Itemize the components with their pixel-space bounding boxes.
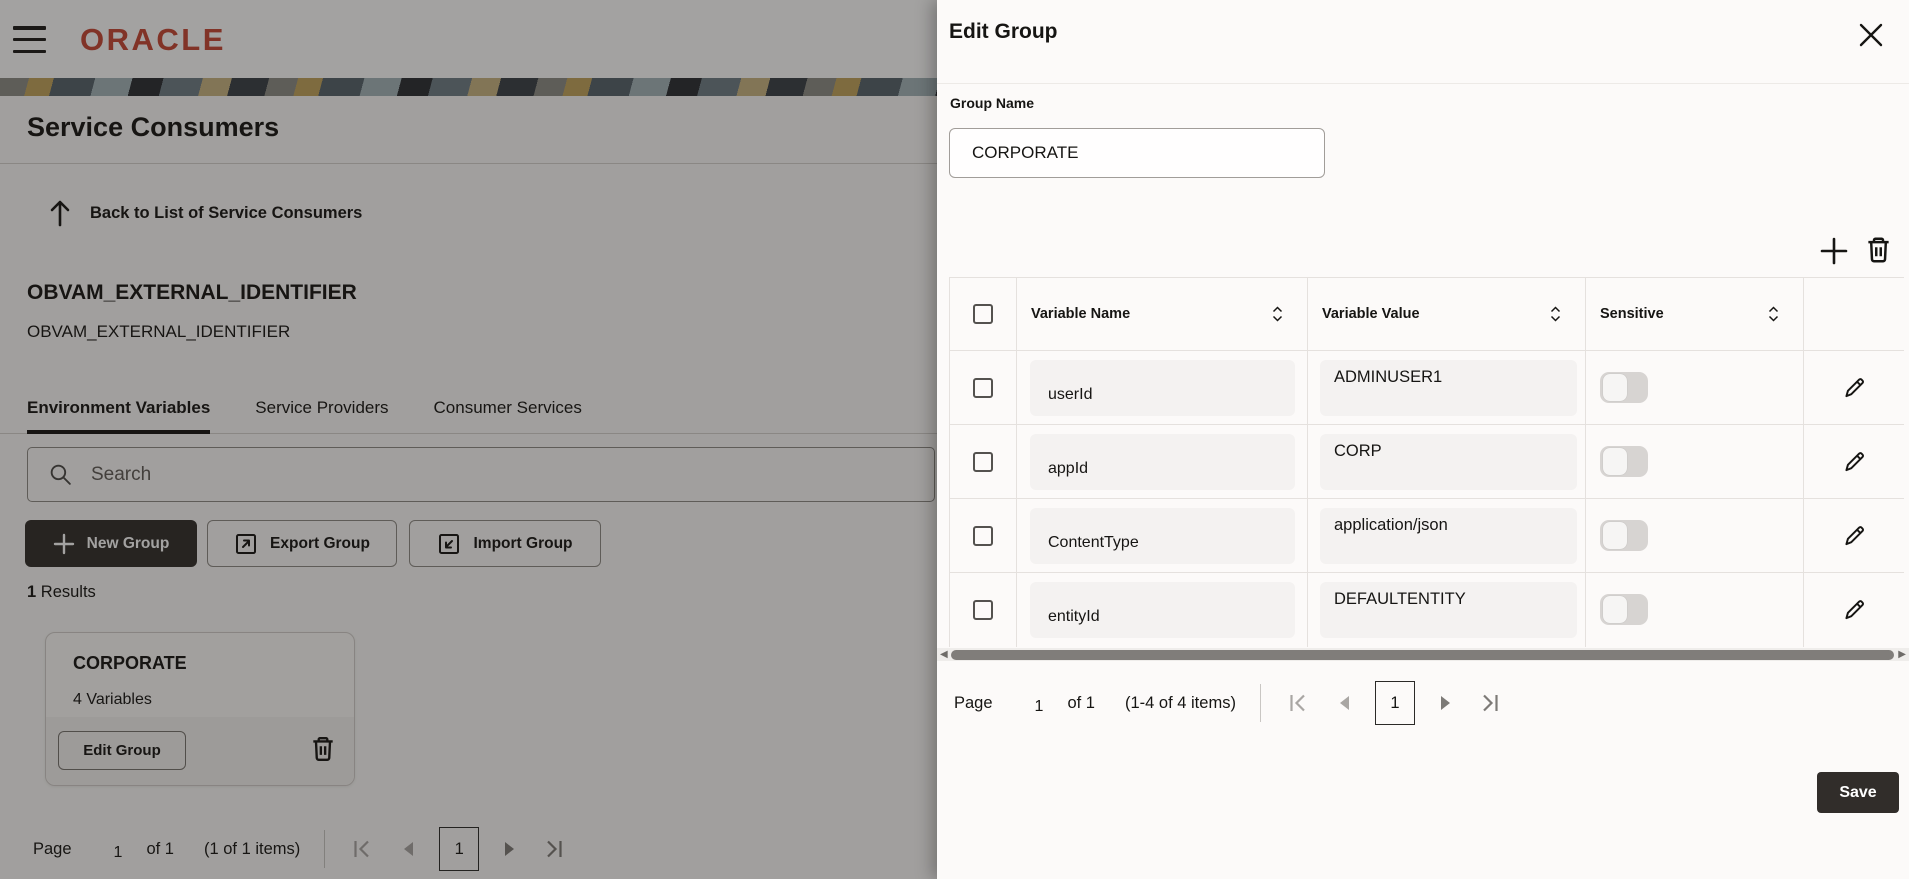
group-name-input[interactable] [949,128,1325,178]
row-checkbox[interactable] [973,600,993,620]
table-row: ContentType application/json [950,499,1904,573]
variables-table: Variable Name Variable Value Sensitive u… [949,277,1904,647]
edit-row-pencil-icon[interactable] [1841,523,1867,549]
close-icon[interactable] [1856,20,1886,50]
row-checkbox[interactable] [973,452,993,472]
variable-name-field[interactable]: entityId [1030,582,1295,638]
sort-icon[interactable] [1272,305,1283,323]
horizontal-scrollbar[interactable]: ◀ ▶ [937,648,1909,661]
variable-name-field[interactable]: appId [1030,434,1295,490]
variable-name-field[interactable]: ContentType [1030,508,1295,564]
drawer-title: Edit Group [949,20,1058,44]
first-page-icon[interactable] [1287,692,1309,714]
toggle-knob [1603,522,1627,549]
toggle-knob [1603,596,1627,623]
table-row: entityId DEFAULTENTITY [950,573,1904,647]
sort-icon[interactable] [1550,305,1561,323]
toggle-knob [1603,374,1627,401]
select-all-checkbox[interactable] [973,304,993,324]
edit-group-drawer: Edit Group Group Name Variable Name Vari… [937,0,1909,879]
add-variable-icon[interactable] [1819,236,1849,266]
scroll-left-arrow-icon[interactable]: ◀ [940,649,948,660]
last-page-icon[interactable] [1479,692,1501,714]
pagination-of-label: of 1 [1067,694,1095,713]
table-row: appId CORP [950,425,1904,499]
edit-row-pencil-icon[interactable] [1841,449,1867,475]
pagination-items-label: (1-4 of 4 items) [1125,694,1236,713]
variable-value-field[interactable]: application/json [1320,508,1577,564]
row-checkbox[interactable] [973,526,993,546]
save-button[interactable]: Save [1817,772,1899,813]
variable-value-field[interactable]: DEFAULTENTITY [1320,582,1577,638]
scrollbar-thumb[interactable] [951,650,1894,660]
scroll-right-arrow-icon[interactable]: ▶ [1898,649,1906,660]
delete-variable-icon[interactable] [1865,235,1892,265]
drawer-pagination: Page 1 of 1 (1-4 of 4 items) 1 [954,681,1501,725]
sensitive-toggle[interactable] [1600,446,1648,477]
col-header-variable-value: Variable Value [1322,306,1420,322]
pagination-page-label: Page [954,694,993,713]
toggle-knob [1603,448,1627,475]
row-checkbox[interactable] [973,378,993,398]
col-header-sensitive: Sensitive [1600,306,1664,322]
variable-value-field[interactable]: ADMINUSER1 [1320,360,1577,416]
edit-row-pencil-icon[interactable] [1841,375,1867,401]
table-row: userId ADMINUSER1 [950,351,1904,425]
next-page-icon[interactable] [1439,695,1453,711]
edit-row-pencil-icon[interactable] [1841,597,1867,623]
col-header-variable-name: Variable Name [1031,306,1130,322]
pagination-divider [1260,684,1261,722]
pagination-page-input[interactable]: 1 [1035,698,1044,716]
variable-name-field[interactable]: userId [1030,360,1295,416]
group-name-label: Group Name [950,95,1034,111]
variable-value-field[interactable]: CORP [1320,434,1577,490]
sort-icon[interactable] [1768,305,1779,323]
table-header-row: Variable Name Variable Value Sensitive [950,278,1904,351]
current-page-box[interactable]: 1 [1375,681,1415,725]
sensitive-toggle[interactable] [1600,372,1648,403]
drawer-header-divider [937,83,1909,84]
sensitive-toggle[interactable] [1600,520,1648,551]
previous-page-icon[interactable] [1337,695,1351,711]
sensitive-toggle[interactable] [1600,594,1648,625]
